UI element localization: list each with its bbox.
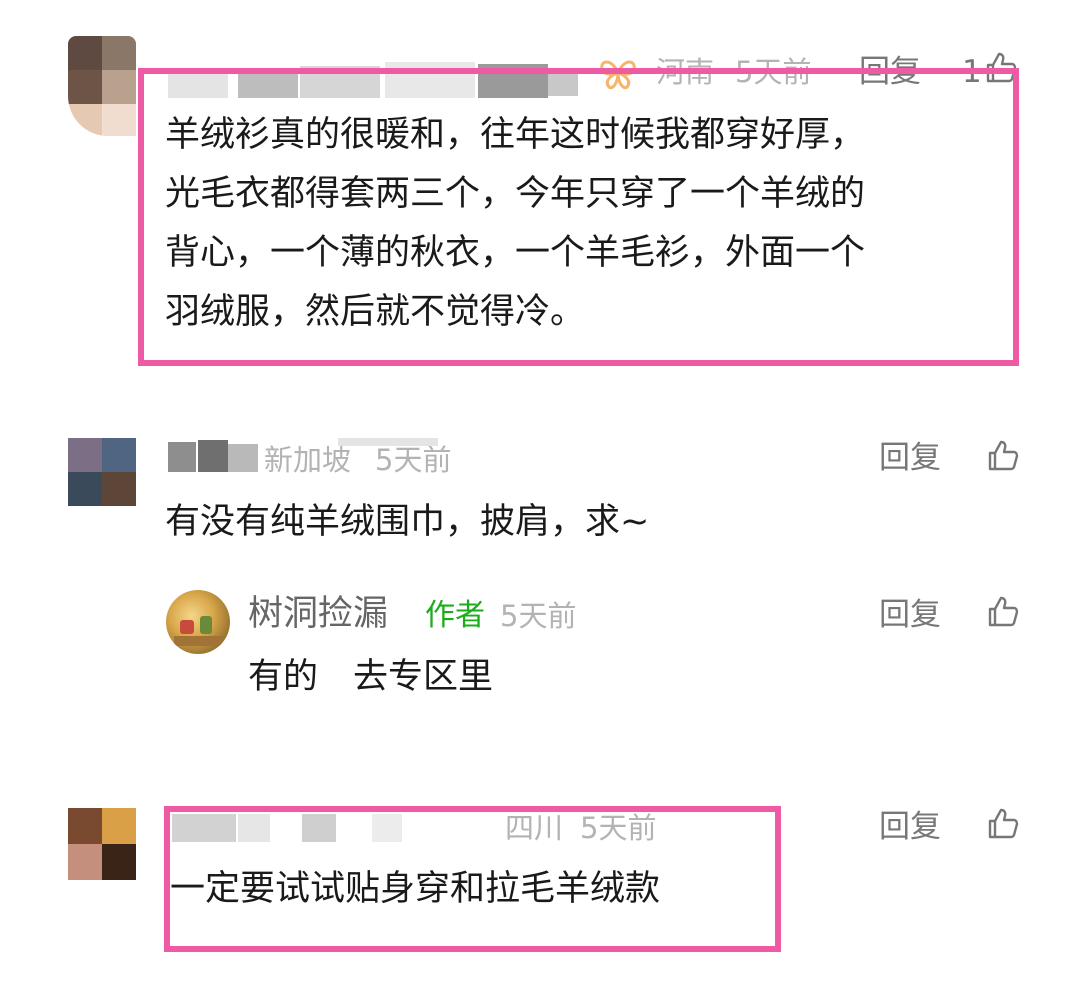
author-avatar[interactable] [166,590,230,654]
avatar[interactable] [68,808,136,880]
like-icon[interactable] [986,594,1020,628]
comment-text-line: 背心，一个薄的秋衣，一个羊毛衫，外面一个 [165,233,866,273]
reply-button[interactable]: 回复 [879,597,941,633]
reply-button[interactable]: 回复 [879,809,941,845]
reply-button[interactable]: 回复 [879,440,941,476]
location: 新加坡 [264,443,352,477]
comment-text-line: 光毛衣都得套两三个，今年只穿了一个羊绒的 [165,174,866,214]
timestamp: 5天前 [375,443,452,477]
comment-text: 一定要试试贴身穿和拉毛羊绒款 [170,869,661,909]
like-icon[interactable] [986,806,1020,840]
comment-text: 有没有纯羊绒围巾，披肩，求~ [165,502,650,542]
author-badge: 作者 [425,598,485,633]
comment-text-line: 羽绒服，然后就不觉得冷。 [165,292,586,332]
reply-text: 有的 去专区里 [248,657,494,697]
author-name[interactable]: 树洞捡漏 [248,594,388,634]
avatar[interactable] [68,36,136,136]
avatar[interactable] [68,438,136,506]
comment-text: 羊绒衫真的很暖和，往年这时候我都穿好厚， 光毛衣都得套两三个，今年只穿了一个羊绒… [165,106,865,342]
like-icon[interactable] [986,438,1020,472]
comment-text-line: 羊绒衫真的很暖和，往年这时候我都穿好厚， [165,115,866,155]
timestamp: 5天前 [500,599,577,633]
